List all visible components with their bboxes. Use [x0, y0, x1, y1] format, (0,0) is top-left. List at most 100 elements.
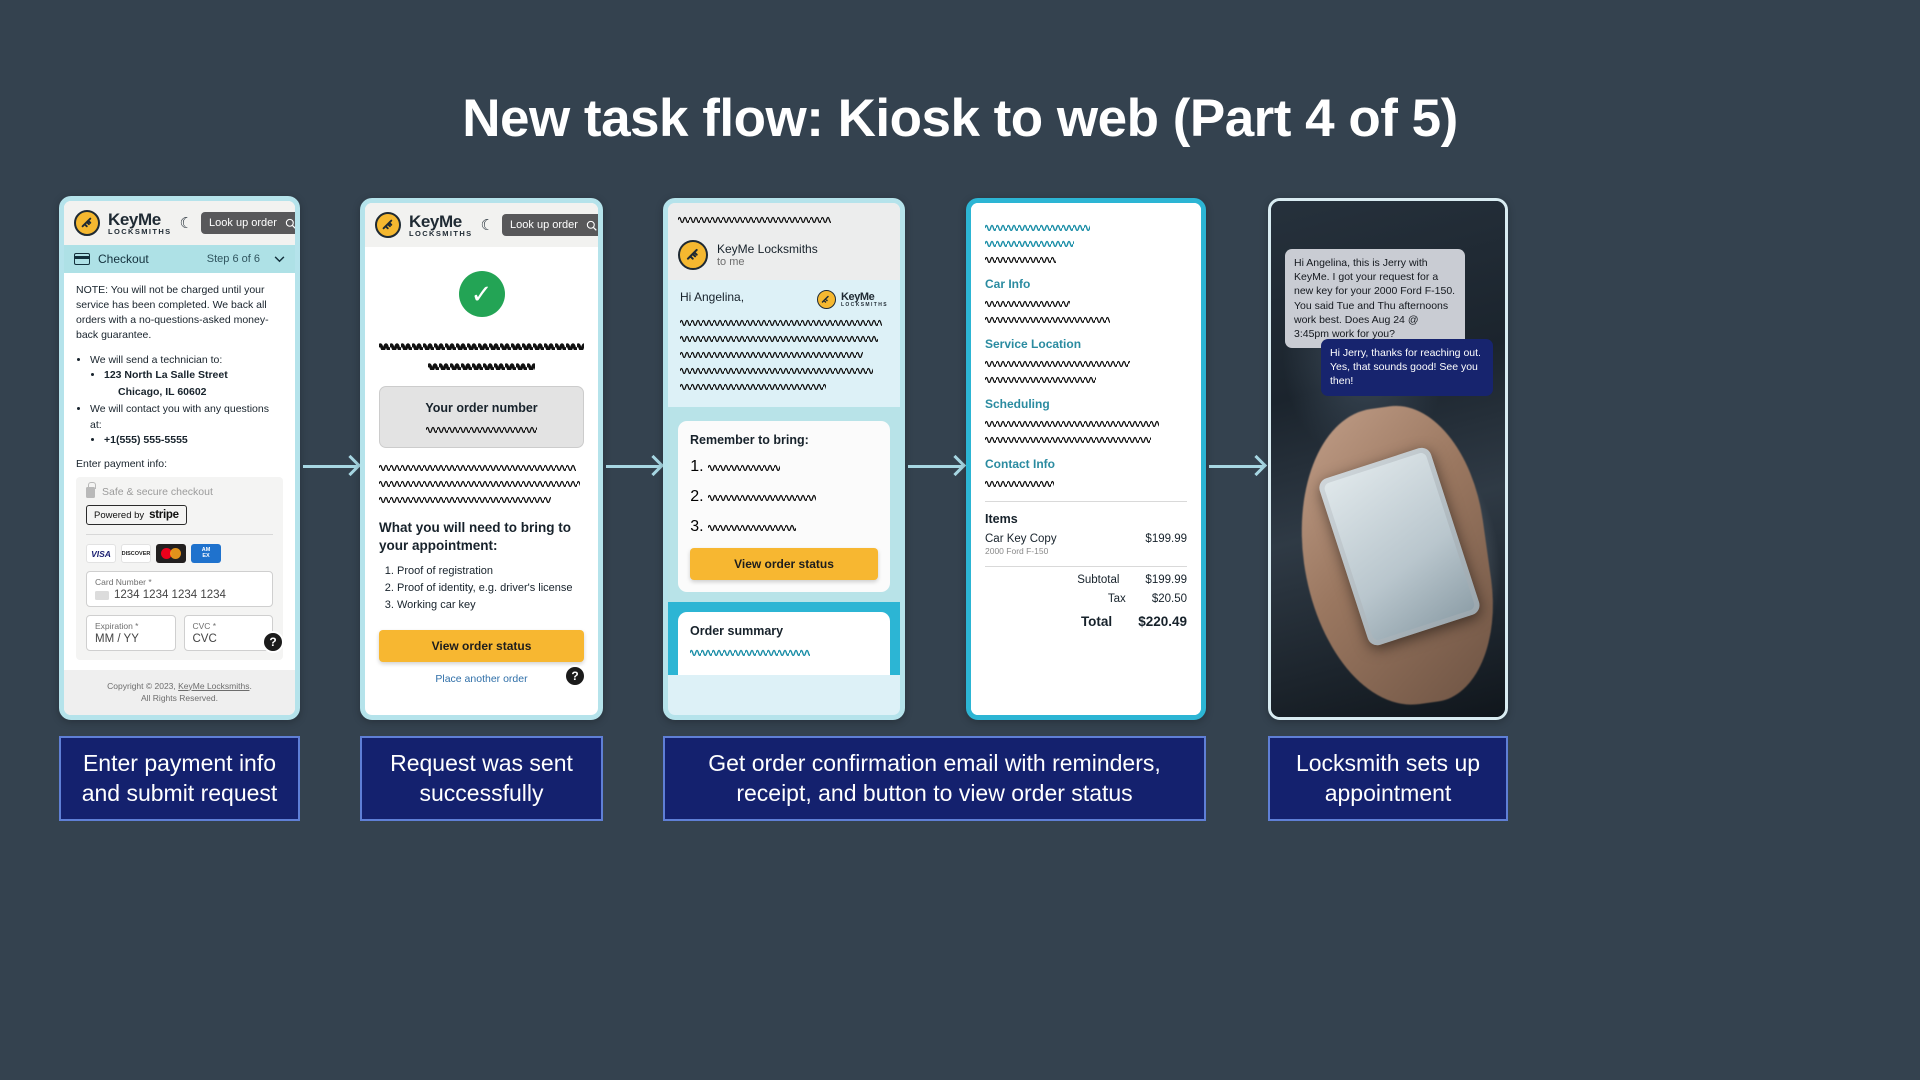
- stripe-badge: Powered by stripe: [86, 505, 187, 526]
- lock-icon: [86, 481, 96, 498]
- sms-outgoing: Hi Jerry, thanks for reaching out. Yes, …: [1321, 339, 1493, 396]
- checkout-label: Checkout: [98, 252, 149, 266]
- order-summary-title: Order summary: [690, 624, 784, 638]
- section-scheduling: Scheduling: [985, 397, 1050, 411]
- redacted-line: [985, 374, 1097, 383]
- tax-row: Tax $20.50: [985, 593, 1187, 605]
- address-line-2: Chicago, IL 60602: [118, 386, 207, 399]
- view-order-status-button[interactable]: View order status: [379, 629, 584, 662]
- redacted-line: [690, 647, 811, 656]
- cvc-value: CVC: [192, 633, 217, 646]
- help-button[interactable]: ?: [564, 665, 586, 687]
- panel-email: KeyMe Locksmiths to me Hi Angelina, KeyM…: [663, 198, 905, 720]
- card-number-field[interactable]: Card Number * 1234 1234 1234 1234: [86, 571, 273, 608]
- caption-3: Get order confirmation email with remind…: [663, 736, 1206, 821]
- caption-4: Locksmith sets up appointment: [1268, 736, 1508, 821]
- flow-diagram: KeyMe LOCKSMITHS ☾ Look up order Checkou…: [0, 196, 1920, 940]
- redacted-line: [985, 478, 1054, 487]
- redacted-line: [680, 333, 878, 342]
- checkout-step-bar[interactable]: Checkout Step 6 of 6: [64, 245, 295, 273]
- email-greeting: Hi Angelina,: [680, 290, 745, 304]
- item-subtitle: 2000 Ford F-150: [985, 546, 1049, 556]
- order-number-value: [426, 424, 537, 433]
- card-number-value: 1234 1234 1234 1234: [114, 589, 226, 602]
- stripe-wordmark: stripe: [149, 509, 179, 522]
- redacted-subject: [678, 214, 831, 223]
- remember-title: Remember to bring:: [690, 433, 809, 447]
- mail-body: Hi Angelina, KeyMe LOCKSMITHS: [668, 280, 900, 407]
- moon-icon[interactable]: ☾: [481, 216, 494, 234]
- redacted-line: [680, 381, 826, 390]
- expiry-cvc-row: Expiration * MM / YY CVC * CVC: [86, 607, 273, 652]
- section-service-location: Service Location: [985, 337, 1082, 351]
- caption-1: Enter payment info and submit request: [59, 736, 300, 821]
- list-item: [708, 515, 878, 538]
- section-contact-info: Contact Info: [985, 457, 1055, 471]
- redacted-line: [379, 478, 580, 487]
- brand: KeyMe LOCKSMITHS: [108, 209, 172, 236]
- total-row: Total $220.49: [985, 614, 1187, 629]
- lookup-order-button[interactable]: Look up order: [201, 212, 295, 234]
- cvc-field[interactable]: CVC * CVC: [183, 615, 273, 652]
- expiration-field[interactable]: Expiration * MM / YY: [86, 615, 176, 652]
- redacted-line: [428, 361, 535, 372]
- divider: [86, 534, 273, 536]
- redacted-line: [985, 434, 1151, 443]
- divider: [985, 566, 1187, 567]
- line-item: Car Key Copy $199.99: [985, 533, 1187, 545]
- card-number-label: Card Number *: [95, 577, 152, 588]
- subtotal-row: Subtotal $199.99: [985, 574, 1187, 586]
- view-order-status-button[interactable]: View order status: [690, 548, 878, 580]
- panel-checkout: KeyMe LOCKSMITHS ☾ Look up order Checkou…: [59, 196, 300, 720]
- accepted-cards: VISA DISCOVER AM EX: [86, 544, 273, 564]
- redacted-line: [680, 365, 874, 374]
- list-item: [708, 485, 878, 508]
- rights-reserved: All Rights Reserved.: [140, 693, 218, 704]
- item-price: $199.99: [1145, 533, 1187, 545]
- list-item: [708, 455, 878, 478]
- sms-incoming: Hi Angelina, this is Jerry with KeyMe. I…: [1285, 249, 1465, 349]
- checkout-body: NOTE: You will not be charged until your…: [64, 273, 295, 714]
- cvc-label: CVC *: [192, 621, 217, 632]
- divider: [985, 501, 1187, 502]
- arrow-3: [908, 454, 967, 477]
- keyme-link[interactable]: KeyMe Locksmiths: [178, 681, 249, 691]
- redacted-line: [985, 238, 1074, 247]
- needs-heading: What you will need to bring to your appo…: [379, 520, 571, 553]
- moon-icon[interactable]: ☾: [180, 214, 193, 232]
- help-button[interactable]: ?: [262, 631, 284, 653]
- app-header: KeyMe LOCKSMITHS ☾ Look up order: [64, 201, 295, 245]
- mail-subject: [668, 203, 900, 234]
- tax-value: $20.50: [1151, 593, 1187, 605]
- order-number-label: Your order number: [425, 401, 538, 415]
- chevron-down-icon: [274, 255, 285, 262]
- total-value: $220.49: [1138, 614, 1187, 629]
- contact-bullet: We will contact you with any questions a…: [90, 402, 283, 449]
- redacted-line: [985, 418, 1159, 427]
- order-summary-section: Order summary: [668, 602, 900, 675]
- amex-icon: AM EX: [191, 544, 221, 564]
- items-title: Items: [985, 512, 1018, 526]
- panel-receipt: Car Info Service Location Scheduling Con…: [966, 198, 1206, 720]
- keyme-avatar-icon: [678, 240, 708, 270]
- safe-checkout-row: Safe & secure checkout: [86, 481, 273, 499]
- checkout-step: Step 6 of 6: [206, 253, 260, 265]
- caption-2: Request was sent successfully: [360, 736, 603, 821]
- order-summary-card: Order summary: [678, 612, 890, 675]
- keyme-logo-icon: [74, 210, 100, 236]
- needs-list: Proof of registration Proof of identity,…: [397, 563, 584, 614]
- safe-checkout-label: Safe & secure checkout: [102, 486, 213, 499]
- place-another-order-link[interactable]: Place another order: [379, 673, 584, 685]
- lookup-order-button[interactable]: Look up order: [502, 214, 598, 236]
- enter-payment-label: Enter payment info:: [76, 458, 168, 471]
- expiration-value: MM / YY: [95, 633, 139, 646]
- panel-success: KeyMe LOCKSMITHS ☾ Look up order ✓ Your …: [360, 198, 603, 720]
- redacted-line: [985, 314, 1111, 323]
- arrow-2: [606, 454, 665, 477]
- credit-card-icon: [74, 253, 90, 265]
- sender-name: KeyMe Locksmiths: [717, 242, 818, 256]
- address-line-1: 123 North La Salle Street: [104, 368, 283, 384]
- redacted-line: [680, 317, 882, 326]
- email-brand-logo: KeyMe LOCKSMITHS: [816, 290, 888, 309]
- lookup-order-label: Look up order: [209, 217, 277, 229]
